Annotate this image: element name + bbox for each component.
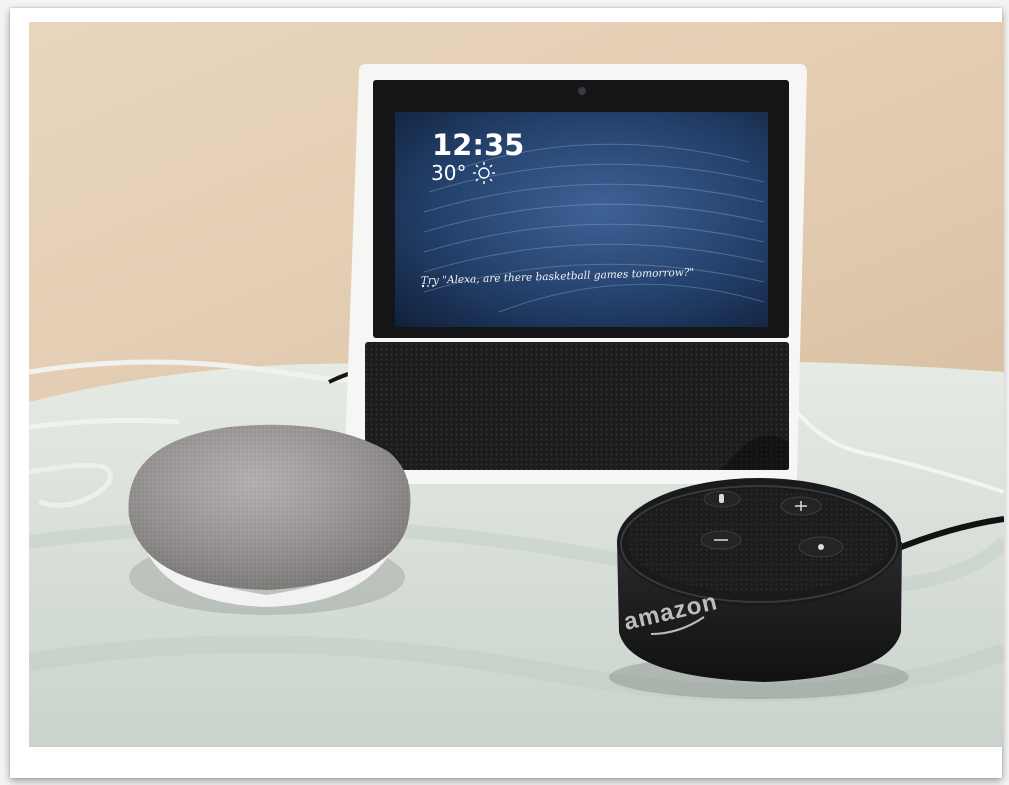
echo-show: 12:35 30° Try "Alexa, are there basketba… bbox=[343, 64, 807, 484]
camera-lens bbox=[578, 87, 586, 95]
echo-show-screen: 12:35 30° Try "Alexa, are there basketba… bbox=[395, 112, 768, 327]
screen-time: 12:35 bbox=[432, 128, 524, 162]
echo-dot: amazon bbox=[609, 478, 909, 699]
photo: 12:35 30° Try "Alexa, are there basketba… bbox=[29, 22, 1004, 747]
page-indicator-dots bbox=[421, 284, 435, 288]
screen-temperature: 30° bbox=[431, 161, 466, 185]
action-button-icon bbox=[818, 544, 824, 550]
speaker-grille bbox=[365, 342, 789, 470]
google-home-mini bbox=[128, 424, 411, 615]
mic-off-icon bbox=[719, 494, 724, 503]
